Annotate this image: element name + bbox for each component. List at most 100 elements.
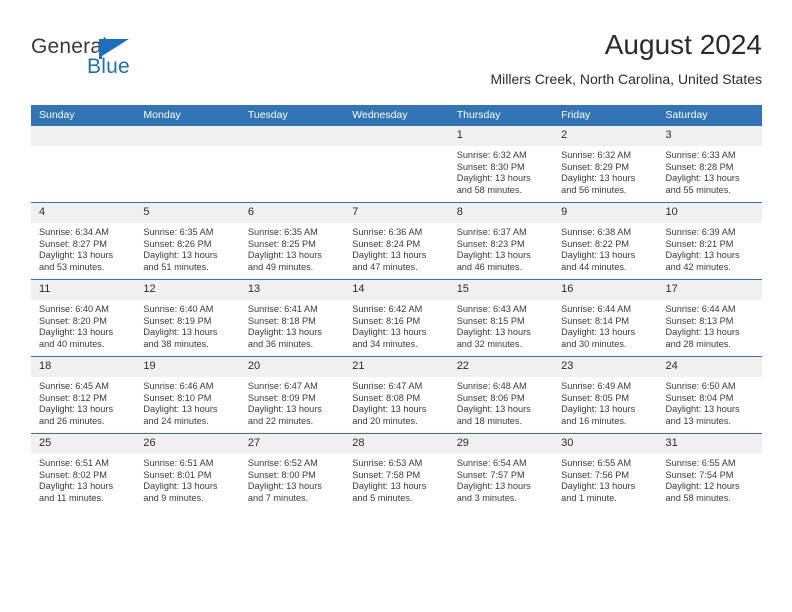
calendar-day-cell[interactable]: 15 Sunrise: 6:43 AM Sunset: 8:15 PM Dayligh… bbox=[448, 279, 554, 357]
calendar-day-cell[interactable]: 26 Sunrise: 6:51 AM Sunset: 8:01 PM Dayligh… bbox=[135, 433, 240, 510]
calendar-day-cell[interactable]: 30 Sunrise: 6:55 AM Sunset: 7:56 PM Dayligh… bbox=[553, 433, 658, 510]
calendar-week-row: 18 Sunrise: 6:45 AM Sunset: 8:12 PM Dayligh… bbox=[31, 356, 762, 434]
day-number: 20 bbox=[239, 357, 345, 377]
page-title: August 2024 bbox=[604, 29, 762, 60]
calendar-day-cell[interactable]: 2 Sunrise: 6:32 AM Sunset: 8:29 PM Daylight… bbox=[553, 126, 658, 203]
daylight-text: Daylight: 13 hours and 56 minutes. bbox=[561, 173, 636, 195]
daylight-text: Daylight: 13 hours and 36 minutes. bbox=[247, 327, 322, 349]
day-details: Sunrise: 6:50 AM Sunset: 8:04 PM Daylight:… bbox=[658, 377, 762, 427]
sunset-text: Sunset: 8:19 PM bbox=[143, 315, 212, 326]
calendar-day-cell[interactable]: 18 Sunrise: 6:45 AM Sunset: 8:12 PM Dayligh… bbox=[31, 356, 136, 434]
calendar-day-cell[interactable]: 22 Sunrise: 6:48 AM Sunset: 8:06 PM Dayligh… bbox=[448, 356, 554, 434]
calendar-day-cell[interactable]: 13 Sunrise: 6:41 AM Sunset: 8:18 PM Dayligh… bbox=[239, 279, 345, 357]
day-number: 31 bbox=[657, 434, 762, 454]
calendar-day-cell[interactable]: 28 Sunrise: 6:53 AM Sunset: 7:58 PM Dayligh… bbox=[344, 433, 449, 510]
daylight-text: Daylight: 13 hours and 13 minutes. bbox=[665, 404, 740, 426]
calendar-week-row: 1 Sunrise: 6:32 AM Sunset: 8:30 PM Daylight… bbox=[31, 126, 762, 203]
daylight-text: Daylight: 13 hours and 28 minutes. bbox=[665, 327, 740, 349]
day-details: Sunrise: 6:35 AM Sunset: 8:25 PM Daylight:… bbox=[240, 223, 344, 273]
calendar-day-cell[interactable]: 25 Sunrise: 6:51 AM Sunset: 8:02 PM Dayligh… bbox=[31, 433, 136, 510]
calendar-day-cell[interactable]: 29 Sunrise: 6:54 AM Sunset: 7:57 PM Dayligh… bbox=[448, 433, 554, 510]
calendar-day-cell[interactable]: 5 Sunrise: 6:35 AM Sunset: 8:26 PM Daylight… bbox=[135, 202, 240, 280]
weekday-header-sunday: Sunday bbox=[31, 105, 136, 126]
day-number: 23 bbox=[553, 357, 658, 377]
weekday-header-tuesday: Tuesday bbox=[239, 105, 345, 126]
sunrise-text: Sunrise: 6:54 AM bbox=[456, 458, 527, 468]
day-number: 25 bbox=[31, 434, 136, 454]
calendar-page: General Blue August 2024 Millers Creek, … bbox=[0, 0, 792, 612]
daylight-text: Daylight: 13 hours and 38 minutes. bbox=[143, 327, 218, 349]
daylight-text: Daylight: 13 hours and 18 minutes. bbox=[456, 404, 531, 426]
daylight-text: Daylight: 13 hours and 9 minutes. bbox=[143, 481, 218, 503]
sunset-text: Sunset: 8:29 PM bbox=[561, 161, 630, 172]
calendar-day-cell[interactable]: 17 Sunrise: 6:44 AM Sunset: 8:13 PM Dayligh… bbox=[657, 279, 762, 357]
day-details: Sunrise: 6:36 AM Sunset: 8:24 PM Daylight:… bbox=[344, 223, 448, 273]
sunset-text: Sunset: 8:21 PM bbox=[665, 238, 734, 249]
sunrise-text: Sunrise: 6:40 AM bbox=[39, 304, 109, 314]
sunset-text: Sunset: 8:08 PM bbox=[352, 392, 421, 403]
sunrise-text: Sunrise: 6:49 AM bbox=[561, 381, 632, 391]
day-number: 24 bbox=[657, 357, 762, 377]
calendar-day-cell[interactable]: 8 Sunrise: 6:37 AM Sunset: 8:23 PM Daylight… bbox=[448, 202, 554, 280]
sunrise-text: Sunrise: 6:53 AM bbox=[352, 458, 423, 468]
day-details: Sunrise: 6:51 AM Sunset: 8:02 PM Daylight:… bbox=[31, 454, 135, 504]
calendar-day-cell[interactable]: 9 Sunrise: 6:38 AM Sunset: 8:22 PM Daylight… bbox=[553, 202, 658, 280]
calendar-day-cell[interactable]: 24 Sunrise: 6:50 AM Sunset: 8:04 PM Dayligh… bbox=[657, 356, 762, 434]
day-details: Sunrise: 6:45 AM Sunset: 8:12 PM Daylight:… bbox=[31, 377, 135, 427]
sunset-text: Sunset: 8:12 PM bbox=[39, 392, 107, 403]
day-number: 19 bbox=[135, 357, 240, 377]
calendar-day-cell[interactable]: 4 Sunrise: 6:34 AM Sunset: 8:27 PM Daylight… bbox=[31, 202, 136, 280]
sunrise-text: Sunrise: 6:41 AM bbox=[247, 304, 318, 314]
day-number: 7 bbox=[344, 203, 449, 223]
logo-flag-triangle-icon bbox=[102, 39, 129, 56]
day-details: Sunrise: 6:34 AM Sunset: 8:27 PM Daylight:… bbox=[31, 223, 135, 273]
general-blue-logo[interactable]: General Blue bbox=[31, 36, 151, 82]
calendar-day-cell[interactable]: 16 Sunrise: 6:44 AM Sunset: 8:14 PM Dayligh… bbox=[553, 279, 658, 357]
calendar-day-cell[interactable]: 27 Sunrise: 6:52 AM Sunset: 8:00 PM Dayligh… bbox=[239, 433, 345, 510]
calendar-day-cell[interactable]: 11 Sunrise: 6:40 AM Sunset: 8:20 PM Dayligh… bbox=[31, 279, 136, 357]
daylight-text: Daylight: 13 hours and 49 minutes. bbox=[247, 250, 322, 272]
day-number: 8 bbox=[448, 203, 554, 223]
calendar-day-cell[interactable]: 19 Sunrise: 6:46 AM Sunset: 8:10 PM Dayligh… bbox=[135, 356, 240, 434]
day-number: 15 bbox=[448, 280, 554, 300]
sunrise-text: Sunrise: 6:44 AM bbox=[665, 304, 736, 314]
weekday-header-saturday: Saturday bbox=[657, 105, 762, 126]
day-number: 3 bbox=[657, 126, 762, 146]
calendar-day-cell[interactable]: 1 Sunrise: 6:32 AM Sunset: 8:30 PM Daylight… bbox=[448, 126, 554, 203]
sunset-text: Sunset: 8:00 PM bbox=[247, 469, 316, 480]
calendar-day-cell[interactable]: 14 Sunrise: 6:42 AM Sunset: 8:16 PM Dayligh… bbox=[344, 279, 449, 357]
sunset-text: Sunset: 8:09 PM bbox=[247, 392, 316, 403]
sunrise-text: Sunrise: 6:47 AM bbox=[247, 381, 318, 391]
sunrise-text: Sunrise: 6:38 AM bbox=[561, 227, 632, 237]
day-details: Sunrise: 6:41 AM Sunset: 8:18 PM Daylight:… bbox=[240, 300, 344, 350]
calendar-day-cell[interactable]: 21 Sunrise: 6:47 AM Sunset: 8:08 PM Dayligh… bbox=[344, 356, 449, 434]
day-number bbox=[239, 126, 345, 146]
daylight-text: Daylight: 13 hours and 5 minutes. bbox=[352, 481, 427, 503]
calendar-day-cell[interactable]: 7 Sunrise: 6:36 AM Sunset: 8:24 PM Daylight… bbox=[344, 202, 449, 280]
calendar-day-cell[interactable]: 12 Sunrise: 6:40 AM Sunset: 8:19 PM Dayligh… bbox=[135, 279, 240, 357]
day-number: 10 bbox=[657, 203, 762, 223]
sunset-text: Sunset: 8:15 PM bbox=[456, 315, 525, 326]
sunset-text: Sunset: 8:10 PM bbox=[143, 392, 212, 403]
sunrise-text: Sunrise: 6:32 AM bbox=[561, 150, 632, 160]
calendar-day-cell[interactable]: 10 Sunrise: 6:39 AM Sunset: 8:21 PM Dayligh… bbox=[657, 202, 762, 280]
daylight-text: Daylight: 13 hours and 51 minutes. bbox=[143, 250, 218, 272]
sunset-text: Sunset: 8:24 PM bbox=[352, 238, 421, 249]
day-details: Sunrise: 6:40 AM Sunset: 8:20 PM Daylight:… bbox=[31, 300, 135, 350]
day-number: 6 bbox=[239, 203, 345, 223]
day-details: Sunrise: 6:47 AM Sunset: 8:08 PM Daylight:… bbox=[344, 377, 448, 427]
daylight-text: Daylight: 13 hours and 44 minutes. bbox=[561, 250, 636, 272]
calendar-day-cell[interactable]: 31 Sunrise: 6:55 AM Sunset: 7:54 PM Dayligh… bbox=[657, 433, 762, 510]
daylight-text: Daylight: 13 hours and 32 minutes. bbox=[456, 327, 531, 349]
calendar-day-cell[interactable]: 23 Sunrise: 6:49 AM Sunset: 8:05 PM Dayligh… bbox=[553, 356, 658, 434]
daylight-text: Daylight: 13 hours and 22 minutes. bbox=[247, 404, 322, 426]
sunset-text: Sunset: 8:16 PM bbox=[352, 315, 421, 326]
day-number: 11 bbox=[31, 280, 136, 300]
calendar-day-cell[interactable]: 20 Sunrise: 6:47 AM Sunset: 8:09 PM Dayligh… bbox=[239, 356, 345, 434]
day-details: Sunrise: 6:43 AM Sunset: 8:15 PM Daylight:… bbox=[449, 300, 553, 350]
calendar-day-cell[interactable]: 3 Sunrise: 6:33 AM Sunset: 8:28 PM Daylight… bbox=[657, 126, 762, 203]
sunrise-text: Sunrise: 6:34 AM bbox=[39, 227, 109, 237]
sunset-text: Sunset: 8:20 PM bbox=[39, 315, 107, 326]
calendar-day-cell[interactable]: 6 Sunrise: 6:35 AM Sunset: 8:25 PM Daylight… bbox=[239, 202, 345, 280]
day-number: 2 bbox=[553, 126, 658, 146]
